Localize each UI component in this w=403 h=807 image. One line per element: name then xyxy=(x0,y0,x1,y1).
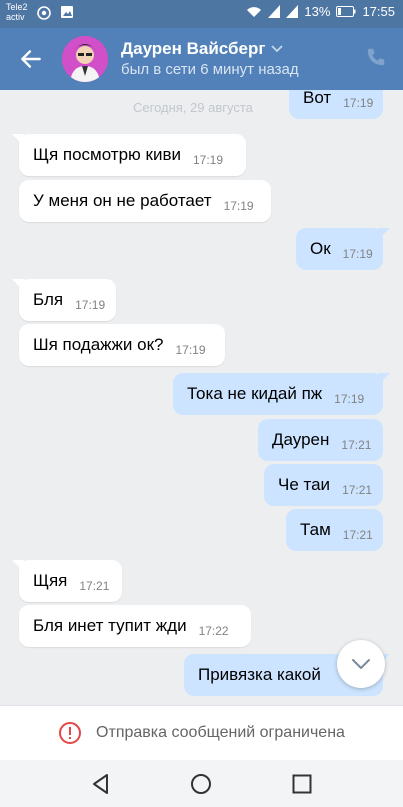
message-incoming[interactable]: У меня он не работает 17:19 xyxy=(19,180,271,222)
wifi-icon xyxy=(247,7,262,17)
signal-icon xyxy=(268,5,281,18)
nav-home-icon[interactable] xyxy=(189,772,213,796)
message-incoming[interactable]: Шя подажжи ок? 17:19 xyxy=(19,324,225,366)
chevron-down-icon xyxy=(352,659,370,669)
avatar[interactable] xyxy=(62,36,108,82)
nav-recents-icon[interactable] xyxy=(290,772,314,796)
avatar-image xyxy=(62,36,108,82)
message-outgoing[interactable]: Че таи 17:21 xyxy=(264,464,383,506)
chevron-down-icon xyxy=(271,45,284,53)
message-incoming[interactable]: Щяя 17:21 xyxy=(12,560,122,602)
date-separator: Сегодня, 29 августа xyxy=(133,100,253,115)
message-outgoing[interactable]: Там 17:21 xyxy=(286,509,383,551)
message-outgoing[interactable]: Ок 17:19 xyxy=(296,228,390,270)
last-seen-status: был в сети 6 минут назад xyxy=(121,61,299,78)
status-bar: Tele2 activ 13% 17:55 xyxy=(0,0,403,28)
hotspot-icon xyxy=(37,6,51,20)
message-incoming[interactable]: Щя посмотрю киви 17:19 xyxy=(12,134,246,176)
battery-icon xyxy=(336,6,356,17)
warning-circle-icon xyxy=(59,722,82,744)
image-notification-icon xyxy=(61,6,73,18)
message-list[interactable]: Вот 17:19 Сегодня, 29 августа Щя посмотр… xyxy=(0,90,403,705)
message-outgoing[interactable]: Вот 17:19 xyxy=(289,90,383,119)
message-outgoing[interactable]: Тока не кидай пж 17:19 xyxy=(173,373,390,415)
message-outgoing[interactable]: Даурен 17:21 xyxy=(258,419,383,461)
battery-percent: 13% xyxy=(304,4,331,19)
system-nav-bar xyxy=(0,760,403,807)
restriction-text: Отправка сообщений ограничена xyxy=(96,724,345,741)
signal-2-icon xyxy=(286,5,299,18)
nav-back-icon[interactable] xyxy=(89,772,113,796)
phone-icon[interactable] xyxy=(365,46,387,68)
messaging-restricted-bar: Отправка сообщений ограничена xyxy=(0,705,403,760)
carrier-label: Tele2 activ xyxy=(6,2,28,22)
message-incoming[interactable]: Бля инет тупит жди 17:22 xyxy=(19,605,251,647)
chat-header: Даурен Вайсберг был в сети 6 минут назад xyxy=(0,28,403,90)
clock: 17:55 xyxy=(362,4,395,19)
message-incoming[interactable]: Бля 17:19 xyxy=(12,279,116,321)
back-arrow-icon[interactable] xyxy=(18,46,44,72)
scroll-to-bottom-button[interactable] xyxy=(337,640,385,688)
contact-name[interactable]: Даурен Вайсберг xyxy=(121,39,284,59)
